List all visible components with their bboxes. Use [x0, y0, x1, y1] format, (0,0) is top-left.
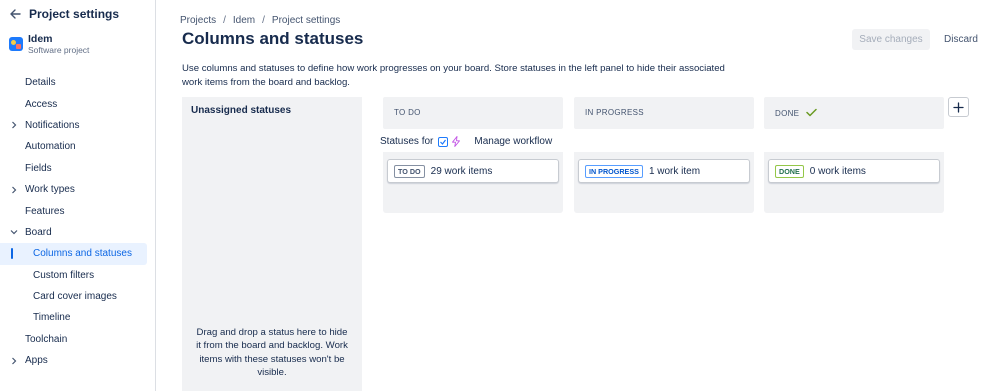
sidebar-item-details[interactable]: Details [0, 72, 155, 93]
sidebar-item-toolchain[interactable]: Toolchain [0, 329, 155, 350]
status-lozenge: DONE [775, 164, 804, 178]
sidebar-item-timeline[interactable]: Timeline [0, 307, 155, 328]
sidebar-item-features[interactable]: Features [0, 200, 155, 221]
breadcrumb-project-settings[interactable]: Project settings [272, 15, 340, 26]
breadcrumb-projects[interactable]: Projects [180, 15, 216, 26]
sidebar-item-label: Notifications [25, 119, 80, 131]
sidebar-title: Project settings [29, 7, 120, 21]
status-card-done[interactable]: DONE 0 work items [768, 159, 940, 183]
sidebar-nav: Details Access Notifications Automation … [0, 72, 155, 371]
back-button[interactable]: Project settings [9, 6, 119, 22]
bolt-icon [452, 136, 461, 147]
chevron-right-icon[interactable] [10, 121, 18, 129]
add-column-button[interactable] [948, 97, 969, 117]
column-done-body: DONE 0 work items [764, 152, 944, 213]
status-card-todo[interactable]: TO DO 29 work items [387, 159, 559, 183]
column-todo-body: TO DO 29 work items [383, 152, 563, 213]
column-todo[interactable]: TO DO [383, 97, 563, 129]
breadcrumb-separator: / [223, 15, 226, 26]
check-icon [806, 108, 818, 118]
project-header: Idem Software project [9, 33, 89, 56]
sidebar-item-label: Apps [25, 355, 48, 367]
chevron-right-icon[interactable] [10, 186, 18, 194]
column-name: DONE [775, 108, 800, 118]
manage-workflow-link[interactable]: Manage workflow [474, 136, 552, 147]
status-lozenge: IN PROGRESS [585, 164, 643, 178]
breadcrumb-project[interactable]: Idem [233, 15, 255, 26]
sidebar-item-fields[interactable]: Fields [0, 158, 155, 179]
sidebar-item-access[interactable]: Access [0, 93, 155, 114]
work-item-count: 29 work items [430, 165, 493, 177]
unassigned-drop-hint: Drag and drop a status here to hide it f… [196, 327, 348, 378]
sidebar-item-label: Fields [25, 162, 52, 174]
sidebar-item-automation[interactable]: Automation [0, 136, 155, 157]
unassigned-statuses-title: Unassigned statuses [191, 105, 292, 116]
sidebar-item-custom-filters[interactable]: Custom filters [0, 265, 155, 286]
sidebar-item-label: Timeline [33, 312, 71, 324]
sidebar-item-apps[interactable]: Apps [0, 350, 155, 371]
sidebar-item-columns-and-statuses[interactable]: Columns and statuses [0, 243, 147, 265]
sidebar-item-label: Card cover images [33, 291, 117, 303]
discard-button[interactable]: Discard [937, 29, 985, 50]
sidebar-item-work-types[interactable]: Work types [0, 179, 155, 200]
sidebar-item-label: Access [25, 98, 58, 110]
sidebar-item-label: Features [25, 205, 65, 217]
breadcrumb-separator: / [262, 15, 265, 26]
project-avatar-icon [9, 37, 23, 51]
page-description: Use columns and statuses to define how w… [182, 63, 725, 88]
sidebar-item-notifications[interactable]: Notifications [0, 115, 155, 136]
sidebar-item-label: Automation [25, 141, 76, 153]
sidebar: Project settings Idem Software project D… [0, 0, 156, 391]
sidebar-item-label: Columns and statuses [33, 248, 132, 260]
column-name: TO DO [394, 108, 421, 117]
column-in-progress-body: IN PROGRESS 1 work item [574, 152, 754, 213]
chevron-down-icon[interactable] [10, 228, 18, 236]
status-lozenge: TO DO [394, 164, 425, 178]
column-name: IN PROGRESS [585, 108, 644, 117]
sidebar-item-label: Board [25, 226, 52, 238]
project-type: Software project [28, 45, 90, 55]
project-name: Idem [28, 33, 53, 45]
statuses-for-row: Statuses for Manage workflow [380, 136, 552, 147]
unassigned-statuses-panel[interactable]: Unassigned statuses Drag and drop a stat… [182, 97, 362, 391]
task-checkbox-icon [438, 136, 449, 147]
save-changes-button[interactable]: Save changes [852, 29, 930, 50]
page-title: Columns and statuses [182, 29, 364, 48]
plus-icon[interactable] [953, 101, 964, 113]
sidebar-item-label: Details [25, 77, 56, 89]
arrow-left-icon[interactable] [9, 8, 21, 20]
column-in-progress[interactable]: IN PROGRESS [574, 97, 754, 129]
chevron-right-icon[interactable] [10, 357, 18, 365]
statuses-for-label: Statuses for [380, 136, 434, 147]
work-item-count: 1 work item [648, 165, 701, 177]
status-card-in-progress[interactable]: IN PROGRESS 1 work item [578, 159, 750, 183]
work-item-count: 0 work items [809, 165, 866, 177]
sidebar-item-label: Work types [25, 184, 75, 196]
sidebar-item-card-cover-images[interactable]: Card cover images [0, 286, 155, 307]
breadcrumb: Projects / Idem / Project settings [180, 15, 340, 26]
column-done[interactable]: DONE [764, 97, 944, 129]
sidebar-item-label: Toolchain [25, 333, 68, 345]
sidebar-item-label: Custom filters [33, 269, 95, 281]
sidebar-item-board[interactable]: Board [0, 222, 155, 243]
